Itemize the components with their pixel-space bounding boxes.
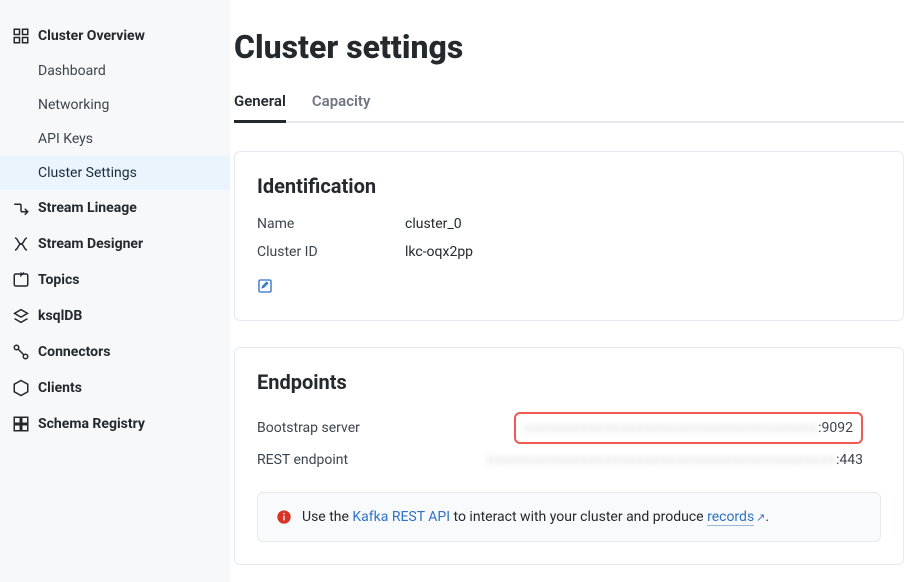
sidebar: Cluster Overview Dashboard Networking AP… xyxy=(0,0,230,582)
name-value: cluster_0 xyxy=(405,216,881,232)
schema-registry-icon xyxy=(12,415,30,433)
stream-lineage-icon xyxy=(12,199,30,217)
rest-label: REST endpoint xyxy=(257,452,405,468)
info-mid: to interact with your cluster and produc… xyxy=(450,509,707,525)
cluster-overview-icon xyxy=(12,27,30,45)
bootstrap-label: Bootstrap server xyxy=(257,420,405,436)
identification-card: Identification Name cluster_0 Cluster ID… xyxy=(234,151,904,321)
kafka-rest-api-link[interactable]: Kafka REST API xyxy=(352,509,450,525)
info-text: Use the Kafka REST API to interact with … xyxy=(302,509,769,525)
main-content: Cluster settings General Capacity Identi… xyxy=(230,0,908,582)
tab-capacity[interactable]: Capacity xyxy=(312,92,371,123)
edit-button[interactable] xyxy=(257,278,273,294)
connectors-icon xyxy=(12,343,30,361)
info-bar: Use the Kafka REST API to interact with … xyxy=(257,492,881,542)
cluster-id-label: Cluster ID xyxy=(257,244,405,260)
sidebar-item-api-keys[interactable]: API Keys xyxy=(0,122,230,156)
sidebar-item-dashboard[interactable]: Dashboard xyxy=(0,54,230,88)
sidebar-item-label: Topics xyxy=(38,272,79,288)
bootstrap-value: :9092 xyxy=(818,420,853,436)
sidebar-item-label: Stream Lineage xyxy=(38,200,137,216)
sidebar-item-ksqldb[interactable]: ksqlDB xyxy=(0,298,230,334)
sidebar-item-label: Stream Designer xyxy=(38,236,143,252)
name-label: Name xyxy=(257,216,405,232)
tabs: General Capacity xyxy=(234,92,904,123)
sidebar-item-label: Clients xyxy=(38,380,82,396)
endpoints-title: Endpoints xyxy=(257,370,881,394)
cluster-id-value: lkc-oqx2pp xyxy=(405,244,881,260)
sidebar-item-stream-designer[interactable]: Stream Designer xyxy=(0,226,230,262)
redacted-host: xxxxxxxxxxxxxxxxxxxxxxxxxxxxxxxxxxxxx xyxy=(524,420,818,436)
clients-icon xyxy=(12,379,30,397)
redacted-host: xxxxxxxxxxxxxxxxxxxxxxxxxxxxxxxxxxxxxxxx… xyxy=(486,452,836,468)
sidebar-item-cluster-overview[interactable]: Cluster Overview xyxy=(0,18,230,54)
edit-icon xyxy=(257,278,273,294)
sidebar-item-networking[interactable]: Networking xyxy=(0,88,230,122)
rest-value: :443 xyxy=(836,452,863,468)
records-link[interactable]: records xyxy=(707,509,754,526)
page-title: Cluster settings xyxy=(234,28,904,66)
ksqldb-icon xyxy=(12,307,30,325)
topics-icon xyxy=(12,271,30,289)
sidebar-item-topics[interactable]: Topics xyxy=(0,262,230,298)
sidebar-item-clients[interactable]: Clients xyxy=(0,370,230,406)
sidebar-item-connectors[interactable]: Connectors xyxy=(0,334,230,370)
info-suffix: . xyxy=(765,509,769,525)
info-icon xyxy=(276,509,292,525)
identification-title: Identification xyxy=(257,174,881,198)
sidebar-item-label: Schema Registry xyxy=(38,416,145,432)
tab-general[interactable]: General xyxy=(234,92,286,123)
sidebar-item-cluster-settings[interactable]: Cluster Settings xyxy=(0,156,230,190)
stream-designer-icon xyxy=(12,235,30,253)
sidebar-item-schema-registry[interactable]: Schema Registry xyxy=(0,406,230,442)
external-link-icon: ↗ xyxy=(756,511,765,524)
sidebar-item-label: Cluster Overview xyxy=(38,28,145,44)
info-prefix: Use the xyxy=(302,509,352,525)
endpoints-card: Endpoints Bootstrap server xxxxxxxxxxxxx… xyxy=(234,347,904,565)
sidebar-item-label: ksqlDB xyxy=(38,308,82,324)
bootstrap-server-highlight: xxxxxxxxxxxxxxxxxxxxxxxxxxxxxxxxxxxxx :9… xyxy=(514,412,863,444)
sidebar-item-stream-lineage[interactable]: Stream Lineage xyxy=(0,190,230,226)
sidebar-item-label: Connectors xyxy=(38,344,110,360)
